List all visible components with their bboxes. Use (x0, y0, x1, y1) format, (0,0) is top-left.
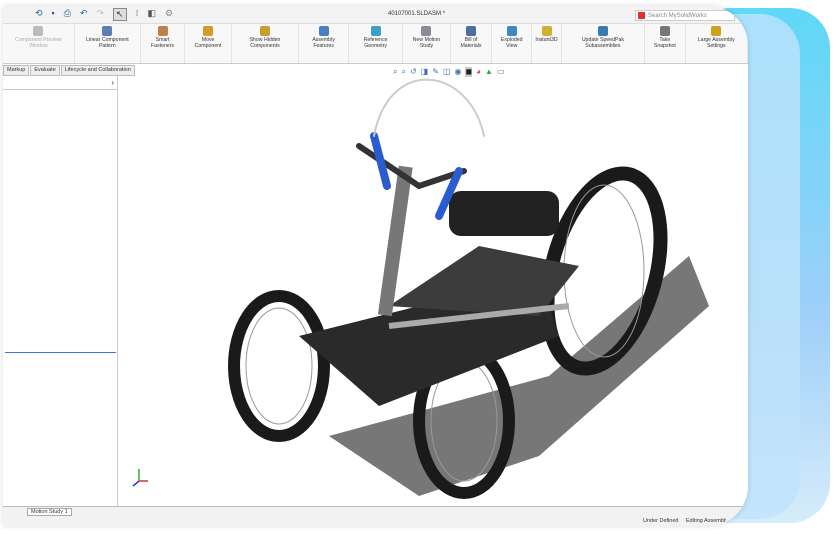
ribbon-icon (541, 26, 552, 36)
status-editing: Editing Assembly (686, 518, 726, 524)
ribbon-button-large-assembly-settings[interactable]: Large Assembly Settings (686, 24, 748, 63)
document-title: 40107001.SLDASM * (388, 11, 446, 17)
file-properties-icon[interactable]: ◧ (147, 8, 156, 21)
ribbon-button-new-motion-study[interactable]: New Motion Study (403, 24, 451, 63)
ribbon-button-label: Linear Component Pattern (85, 37, 129, 49)
ribbon-button-label: Large Assembly Settings (697, 37, 735, 49)
wheel-front-left (228, 290, 330, 442)
ribbon-button-label: Update SpeedPak Subassemblies (581, 37, 624, 49)
ribbon-icon (203, 26, 214, 36)
ribbon-button-linear-component-pattern[interactable]: Linear Component Pattern (75, 24, 141, 63)
3d-viewport-handcycle-model[interactable] (119, 76, 748, 506)
redo-icon[interactable]: ↷ (97, 8, 105, 21)
ribbon-button-exploded-view[interactable]: Exploded View (492, 24, 533, 63)
bottom-bar: Motion Study 1 Under Defined Editing Ass… (3, 506, 748, 526)
ribbon-icon (102, 26, 113, 36)
command-manager-ribbon: Component Preview Window Linear Component… (3, 24, 748, 64)
ribbon-button-label: Reference Geometry (363, 37, 388, 49)
ribbon-icon (711, 26, 722, 36)
ribbon-button-reference-geometry[interactable]: Reference Geometry (349, 24, 403, 63)
solidworks-window: ⟲ ▪ ⎙ ↶ ↷ ↖ ⁝ ◧ ⚙ 40107001.SLDASM * Sear… (3, 6, 748, 526)
ribbon-button-label: Bill of Materials (460, 37, 482, 49)
save-icon[interactable]: ▪ (52, 8, 55, 21)
ribbon-button-bill-of-materials[interactable]: Bill of Materials (451, 24, 493, 63)
ribbon-icon (659, 26, 670, 36)
ribbon-icon (597, 26, 608, 36)
ribbon-button-instant3d[interactable]: Instant3D (532, 24, 562, 63)
search-mysolidworks-input[interactable]: Search MySolidWorks (635, 10, 735, 21)
expand-arrow-icon[interactable]: › (111, 78, 114, 87)
ribbon-icon (318, 26, 329, 36)
tab-evaluate[interactable]: Evaluate (30, 65, 60, 76)
ribbon-button-label: Show Hidden Components (249, 37, 281, 49)
ribbon-button-move-component[interactable]: Move Component (185, 24, 232, 63)
ribbon-button-take-snapshot[interactable]: Take Snapshot (645, 24, 686, 63)
ribbon-button-label: Assembly Features (312, 37, 335, 49)
ribbon-button-label: Take Snapshot (653, 37, 676, 49)
ribbon-button-label: New Motion Study (412, 37, 441, 49)
command-tabs: Markup Evaluate Lifecycle and Collaborat… (3, 65, 136, 76)
ribbon-button-smart-fasteners[interactable]: Smart Fasteners (141, 24, 186, 63)
ribbon-button-update-speedpak-subassemblies[interactable]: Update SpeedPak Subassemblies (562, 24, 646, 63)
ribbon-button-label: Exploded View (500, 37, 523, 49)
ribbon-button-label: Smart Fasteners (151, 37, 175, 49)
ribbon-button-label: Instant3D (535, 37, 558, 43)
ribbon-button-show-hidden-components[interactable]: Show Hidden Components (232, 24, 299, 63)
quick-access-toolbar: ⟲ ▪ ⎙ ↶ ↷ ↖ ⁝ ◧ ⚙ (35, 8, 173, 21)
ribbon-button-component-preview-window[interactable]: Component Preview Window (3, 24, 75, 63)
ribbon-icon (260, 26, 270, 36)
options-gear-icon[interactable]: ⚙ (165, 8, 173, 21)
ribbon-icon (421, 26, 432, 36)
feature-manager-panel: › (3, 76, 118, 506)
ribbon-button-label: Move Component (194, 37, 222, 49)
traffic-light-icon[interactable]: ⁝ (136, 8, 139, 21)
ribbon-button-assembly-features[interactable]: Assembly Features (299, 24, 350, 63)
frame (299, 165, 579, 406)
ribbon-button-label: Component Preview Window (15, 37, 62, 49)
ribbon-icon (33, 26, 44, 36)
panel-divider (5, 352, 116, 353)
ribbon-icon (506, 26, 517, 36)
title-bar: ⟲ ▪ ⎙ ↶ ↷ ↖ ⁝ ◧ ⚙ 40107001.SLDASM * Sear… (3, 6, 748, 24)
undo-icon[interactable]: ↶ (80, 8, 88, 21)
tab-markup[interactable]: Markup (3, 65, 30, 76)
tab-lifecycle[interactable]: Lifecycle and Collaboration (60, 65, 135, 76)
ribbon-icon (370, 26, 381, 36)
rebuild-icon[interactable]: ⟲ (35, 8, 43, 21)
print-icon[interactable]: ⎙ (64, 8, 71, 21)
axis-triad (132, 469, 148, 487)
status-defined: Under Defined (643, 518, 679, 524)
select-icon[interactable]: ↖ (113, 8, 127, 21)
panel-header: › (3, 76, 117, 90)
ribbon-icon (157, 26, 168, 36)
motion-study-tab[interactable]: Motion Study 1 (27, 508, 72, 516)
ribbon-icon (466, 26, 477, 36)
